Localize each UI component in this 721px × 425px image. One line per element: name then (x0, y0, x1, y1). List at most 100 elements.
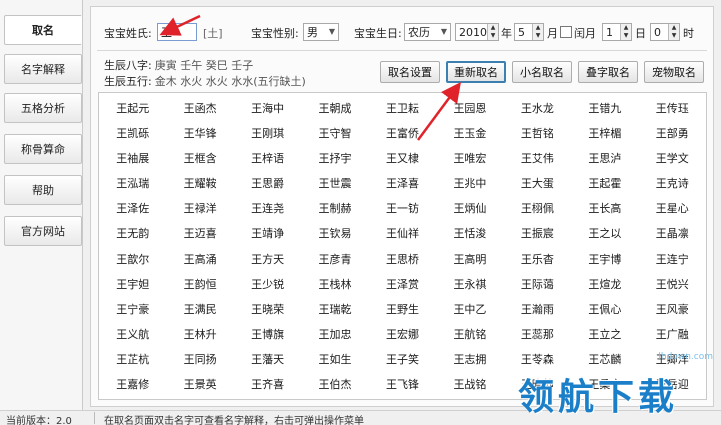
name-cell[interactable]: 王函杰 (166, 95, 233, 120)
name-cell[interactable]: 王方天 (234, 246, 301, 271)
name-cell[interactable]: 王林升 (166, 321, 233, 346)
name-cell[interactable]: 王克诗 (639, 170, 706, 195)
name-cell[interactable]: 王炳仙 (436, 196, 503, 221)
name-cell[interactable]: 王风豪 (639, 296, 706, 321)
sidebar-item-official-site[interactable]: 官方网站 (4, 216, 82, 246)
name-cell[interactable]: 王高明 (436, 246, 503, 271)
pet-name-button[interactable]: 宠物取名 (644, 61, 704, 83)
name-cell[interactable]: 王袖展 (99, 145, 166, 170)
name-cell[interactable]: 王苓森 (504, 347, 571, 372)
name-cell[interactable]: 王又棣 (369, 145, 436, 170)
name-cell[interactable]: 王栈林 (301, 271, 368, 296)
name-cell[interactable]: 王哲铭 (504, 120, 571, 145)
name-cell[interactable]: 王泽佐 (99, 196, 166, 221)
name-cell[interactable]: 王佩心 (571, 296, 638, 321)
name-cell[interactable]: 王世震 (301, 170, 368, 195)
name-cell[interactable]: 王朝成 (301, 95, 368, 120)
name-cell[interactable]: 王志拥 (436, 347, 503, 372)
name-cell[interactable]: 王满民 (166, 296, 233, 321)
name-cell[interactable]: 王连尧 (234, 196, 301, 221)
name-cell[interactable]: 王韵恒 (166, 271, 233, 296)
name-cell[interactable]: 王歆尔 (99, 246, 166, 271)
name-cell[interactable]: 王野生 (369, 296, 436, 321)
name-cell[interactable]: 王卿洋 (639, 347, 706, 372)
name-cell[interactable]: 王伯杰 (301, 372, 368, 397)
name-cell[interactable]: 王仙祥 (369, 221, 436, 246)
name-cell[interactable]: 王振宸 (504, 221, 571, 246)
name-cell[interactable]: 王永祺 (436, 271, 503, 296)
name-cell[interactable]: 王飞锋 (369, 372, 436, 397)
name-cell[interactable]: 王无韵 (99, 221, 166, 246)
name-cell[interactable]: 王钦易 (301, 221, 368, 246)
name-cell[interactable]: 王际蔼 (504, 271, 571, 296)
name-cell[interactable]: 王晓静 (504, 372, 571, 397)
spinner-arrows-icon[interactable]: ▲ ▼ (620, 24, 631, 40)
name-cell[interactable]: 王乐杳 (504, 246, 571, 271)
name-cell[interactable]: 王富侨 (369, 120, 436, 145)
name-cell[interactable]: 王子笑 (369, 347, 436, 372)
name-cell[interactable]: 王禄洋 (166, 196, 233, 221)
spinner-arrows-icon[interactable]: ▲ ▼ (668, 24, 679, 40)
name-cell[interactable]: 王岳迎 (639, 372, 706, 397)
name-cell[interactable]: 王蕊那 (504, 321, 571, 346)
name-cell[interactable]: 王泽喜 (369, 170, 436, 195)
name-cell[interactable]: 王水龙 (504, 95, 571, 120)
name-cell[interactable]: 王起元 (99, 95, 166, 120)
name-cell[interactable]: 王加忠 (301, 321, 368, 346)
spinner-arrows-icon[interactable]: ▲ ▼ (532, 24, 543, 40)
name-cell[interactable]: 王齐喜 (234, 372, 301, 397)
leap-month-checkbox[interactable] (560, 26, 572, 38)
name-cell[interactable]: 王泽赏 (369, 271, 436, 296)
name-cell[interactable]: 王制赫 (301, 196, 368, 221)
name-cell[interactable]: 王彦青 (301, 246, 368, 271)
sidebar-item-wuge-analysis[interactable]: 五格分析 (4, 93, 82, 123)
name-cell[interactable]: 王宏娜 (369, 321, 436, 346)
name-cell[interactable]: 王框含 (166, 145, 233, 170)
name-cell[interactable]: 王艾伟 (504, 145, 571, 170)
name-cell[interactable]: 王藩天 (234, 347, 301, 372)
name-cell[interactable]: 王景英 (166, 372, 233, 397)
name-cell[interactable]: 王玉金 (436, 120, 503, 145)
name-cell[interactable]: 王宇妲 (99, 271, 166, 296)
name-cell[interactable]: 王战铭 (436, 372, 503, 397)
naming-settings-button[interactable]: 取名设置 (380, 61, 440, 83)
name-cell[interactable]: 王之以 (571, 221, 638, 246)
name-cell[interactable]: 王少锐 (234, 271, 301, 296)
name-cell[interactable]: 王守智 (301, 120, 368, 145)
name-cell[interactable]: 王卫耘 (369, 95, 436, 120)
calendar-type-select[interactable]: 农历 ▼ (404, 23, 451, 41)
name-cell[interactable]: 王立之 (571, 321, 638, 346)
name-cell[interactable]: 王芷杭 (99, 347, 166, 372)
name-cell[interactable]: 王义航 (99, 321, 166, 346)
day-stepper[interactable]: 1 ▲ ▼ (602, 23, 632, 41)
name-cell[interactable]: 王错九 (571, 95, 638, 120)
name-cell[interactable]: 王晓荣 (234, 296, 301, 321)
name-cell[interactable]: 王海中 (234, 95, 301, 120)
name-cell[interactable]: 王起霍 (571, 170, 638, 195)
name-cell[interactable]: 王迈喜 (166, 221, 233, 246)
name-cell[interactable]: 王部勇 (639, 120, 706, 145)
sidebar-item-bone-fortune[interactable]: 称骨算命 (4, 134, 82, 164)
name-cell[interactable]: 王宁豪 (99, 296, 166, 321)
name-cell[interactable]: 王恬浚 (436, 221, 503, 246)
rename-button[interactable]: 重新取名 (446, 61, 506, 83)
name-cell[interactable]: 王芯麟 (571, 347, 638, 372)
name-cell[interactable]: 王思桥 (369, 246, 436, 271)
short-name-button[interactable]: 小名取名 (512, 61, 572, 83)
sidebar-item-name-explain[interactable]: 名字解释 (4, 54, 82, 84)
name-cell[interactable]: 王唯宏 (436, 145, 503, 170)
name-cell[interactable]: 王华锋 (166, 120, 233, 145)
name-cell[interactable]: 王园恩 (436, 95, 503, 120)
spinner-arrows-icon[interactable]: ▲ ▼ (487, 24, 498, 40)
sidebar-item-help[interactable]: 帮助 (4, 175, 82, 205)
name-cell[interactable]: 王星心 (639, 196, 706, 221)
name-cell[interactable]: 王煊龙 (571, 271, 638, 296)
name-cell[interactable]: 王大蛋 (504, 170, 571, 195)
year-stepper[interactable]: 2010 ▲ ▼ (455, 23, 499, 41)
name-cell[interactable]: 王航铭 (436, 321, 503, 346)
gender-select[interactable]: 男 ▼ (303, 23, 339, 41)
sidebar-item-naming[interactable]: 取名 (4, 15, 82, 45)
name-cell[interactable]: 王高涌 (166, 246, 233, 271)
name-cell[interactable]: 王晶凛 (639, 221, 706, 246)
surname-input[interactable] (157, 23, 197, 41)
